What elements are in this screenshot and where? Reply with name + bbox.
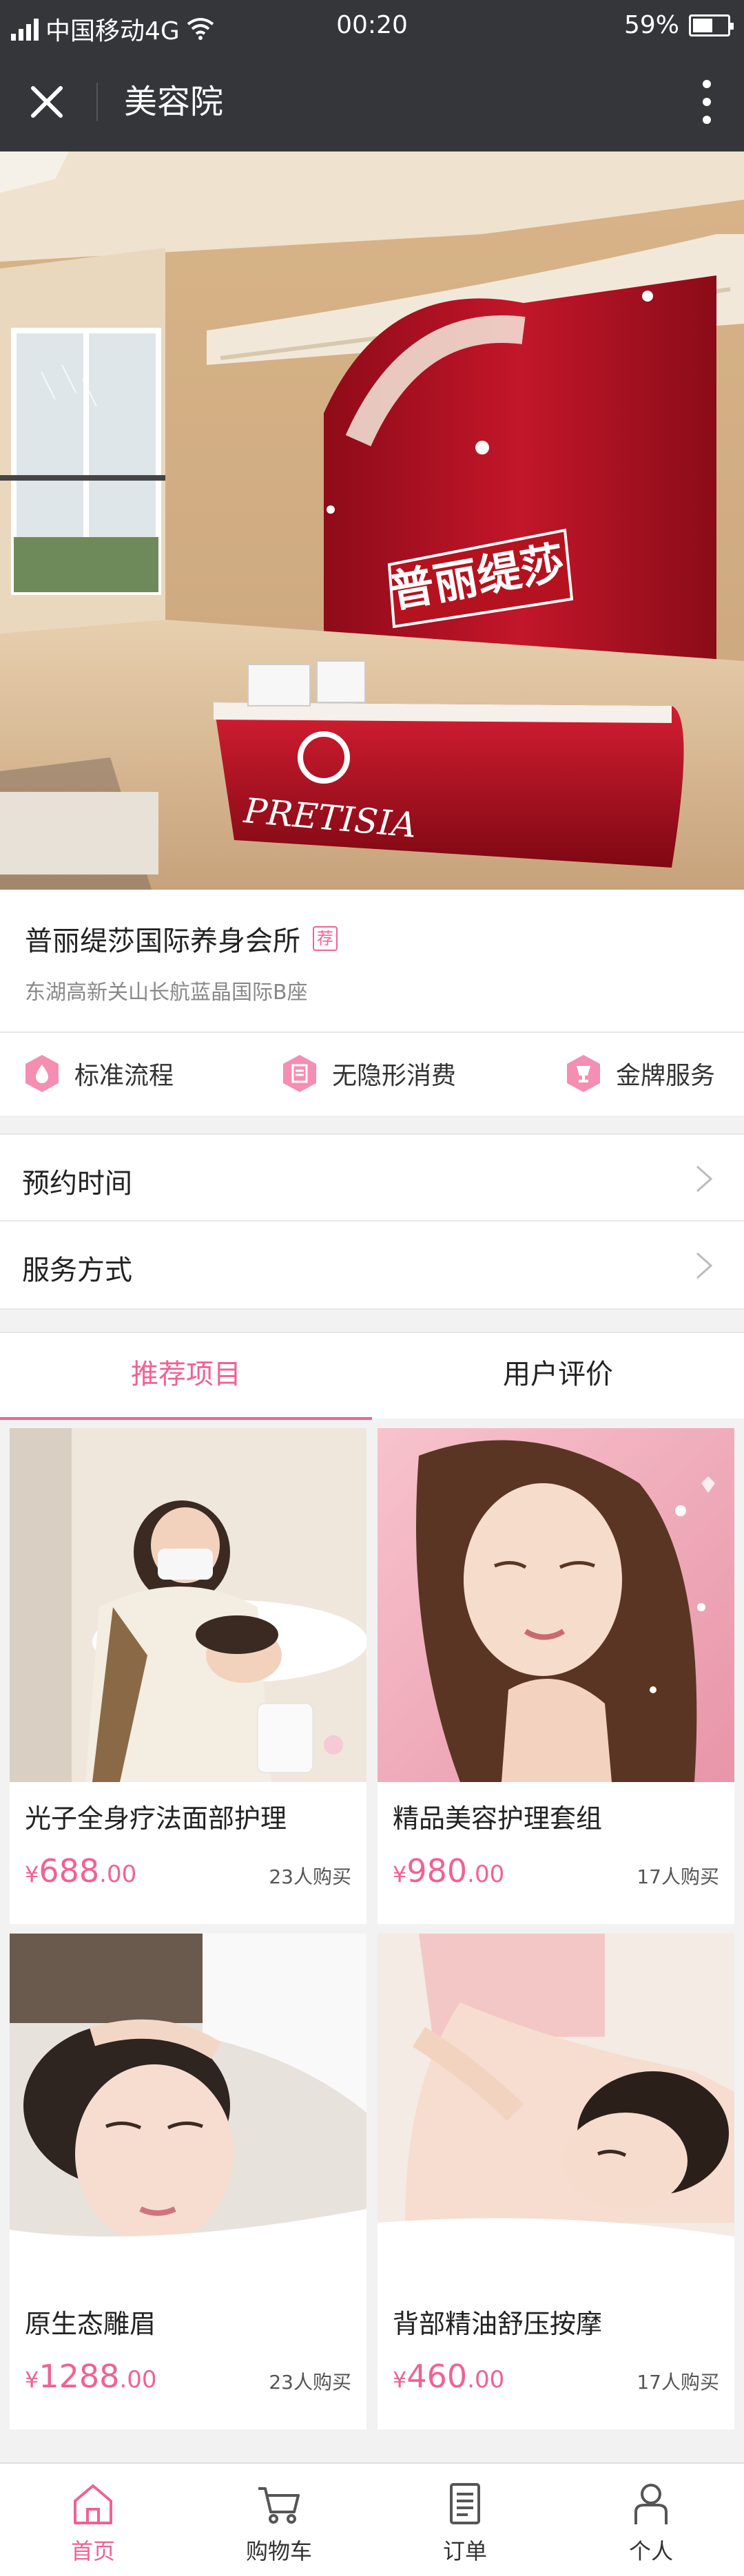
product-image	[10, 1428, 366, 1782]
feature-label: 无隐形消费	[332, 1062, 457, 1090]
sold-count: 17人购买	[637, 1865, 719, 1888]
more-icon[interactable]	[700, 77, 714, 127]
nav-cart[interactable]: 购物车	[186, 2479, 372, 2566]
product-name: 精品美容护理套组	[393, 1803, 603, 1834]
feature-gold-service: 金牌服务	[564, 1054, 715, 1093]
feature-label: 标准流程	[74, 1062, 174, 1090]
sold-count: 17人购买	[637, 2371, 719, 2394]
currency-symbol: ¥	[25, 2367, 39, 2393]
row-appointment-time[interactable]: 预约时间	[0, 1135, 744, 1222]
price-decimal: .00	[467, 1861, 505, 1888]
person-icon	[634, 2484, 668, 2524]
price-integer: 980	[406, 1852, 468, 1889]
nav-label: 个人	[628, 2538, 673, 2564]
product-image	[10, 1934, 366, 2287]
chevron-right-icon	[696, 1252, 713, 1279]
store-hero-image: 普丽缇莎 PRETISIA	[0, 151, 744, 890]
title-bar: 美容院	[0, 52, 744, 151]
sold-count: 23人购买	[269, 2371, 351, 2394]
price-integer: 688	[39, 1852, 100, 1889]
price-integer: 1288	[39, 2358, 120, 2395]
nav-profile[interactable]: 个人	[558, 2479, 744, 2566]
feature-label: 金牌服务	[616, 1062, 716, 1090]
product-price: ¥460.00	[393, 2358, 504, 2395]
battery-icon	[689, 14, 734, 36]
price-decimal: .00	[119, 2366, 157, 2394]
store-name-row: 普丽缇莎国际养身会所 荐	[25, 919, 338, 959]
row-label: 预约时间	[22, 1168, 132, 1200]
service-features: 标准流程 无隐形消费 金牌服务	[0, 1032, 744, 1116]
nav-label: 订单	[442, 2538, 487, 2564]
row-service-method[interactable]: 服务方式	[0, 1222, 744, 1308]
product-image	[378, 1428, 734, 1782]
product-card[interactable]: 光子全身疗法面部护理 ¥688.00 23人购买	[10, 1428, 366, 1924]
order-icon	[450, 2483, 480, 2524]
tab-recommended[interactable]: 推荐项目	[0, 1333, 372, 1420]
bottom-nav: 首页 购物车 订单 个人	[0, 2462, 744, 2576]
product-price: ¥1288.00	[25, 2358, 157, 2395]
currency-symbol: ¥	[25, 1861, 39, 1887]
currency-symbol: ¥	[393, 2367, 407, 2393]
product-name: 背部精油舒压按摩	[393, 2309, 603, 2339]
product-price: ¥688.00	[25, 1852, 136, 1889]
booking-options: 预约时间 服务方式	[0, 1133, 744, 1310]
trophy-icon	[567, 1055, 600, 1092]
app-screen: 中国移动4G 00:20 59% 美容院 普丽缇莎 PRETISIA 普丽缇莎国…	[0, 0, 744, 2576]
store-name: 普丽缇莎国际养身会所	[25, 925, 300, 957]
product-price: ¥980.00	[393, 1852, 504, 1889]
product-name: 原生态雕眉	[25, 2309, 156, 2339]
cart-icon	[258, 2487, 300, 2524]
recommend-badge: 荐	[313, 926, 338, 951]
product-card[interactable]: 精品美容护理套组 ¥980.00 17人购买	[378, 1428, 734, 1924]
receipt-icon	[283, 1055, 316, 1092]
nav-label: 首页	[70, 2538, 115, 2564]
sold-count: 23人购买	[269, 1865, 351, 1888]
close-icon[interactable]	[28, 83, 66, 121]
feature-standard-process: 标准流程	[22, 1054, 174, 1093]
nav-label: 购物车	[245, 2538, 312, 2564]
nav-home[interactable]: 首页	[0, 2479, 186, 2566]
status-right: 59%	[623, 11, 734, 39]
currency-symbol: ¥	[393, 1861, 407, 1887]
droplet-icon	[25, 1055, 59, 1092]
divider	[96, 83, 98, 121]
tab-reviews[interactable]: 用户评价	[372, 1333, 744, 1420]
product-card[interactable]: 背部精油舒压按摩 ¥460.00 17人购买	[378, 1934, 734, 2429]
product-card[interactable]: 原生态雕眉 ¥1288.00 23人购买	[10, 1934, 366, 2429]
product-name: 光子全身疗法面部护理	[25, 1803, 287, 1834]
store-address[interactable]: 东湖高新关山长航蓝晶国际B座	[25, 975, 308, 1005]
price-integer: 460	[406, 2358, 468, 2395]
feature-no-hidden-fees: 无隐形消费	[280, 1054, 456, 1093]
row-label: 服务方式	[22, 1255, 132, 1286]
battery-percent: 59%	[623, 11, 679, 39]
price-decimal: .00	[99, 1861, 137, 1888]
home-icon	[74, 2484, 112, 2524]
chevron-right-icon	[696, 1165, 713, 1193]
nav-orders[interactable]: 订单	[372, 2479, 558, 2566]
page-title: 美容院	[124, 83, 224, 121]
content-tabs: 推荐项目 用户评价	[0, 1332, 744, 1420]
store-info: 普丽缇莎国际养身会所 荐 东湖高新关山长航蓝晶国际B座	[0, 890, 744, 1032]
product-image	[378, 1934, 734, 2287]
status-bar: 中国移动4G 00:20 59%	[0, 0, 744, 52]
price-decimal: .00	[467, 2366, 505, 2394]
